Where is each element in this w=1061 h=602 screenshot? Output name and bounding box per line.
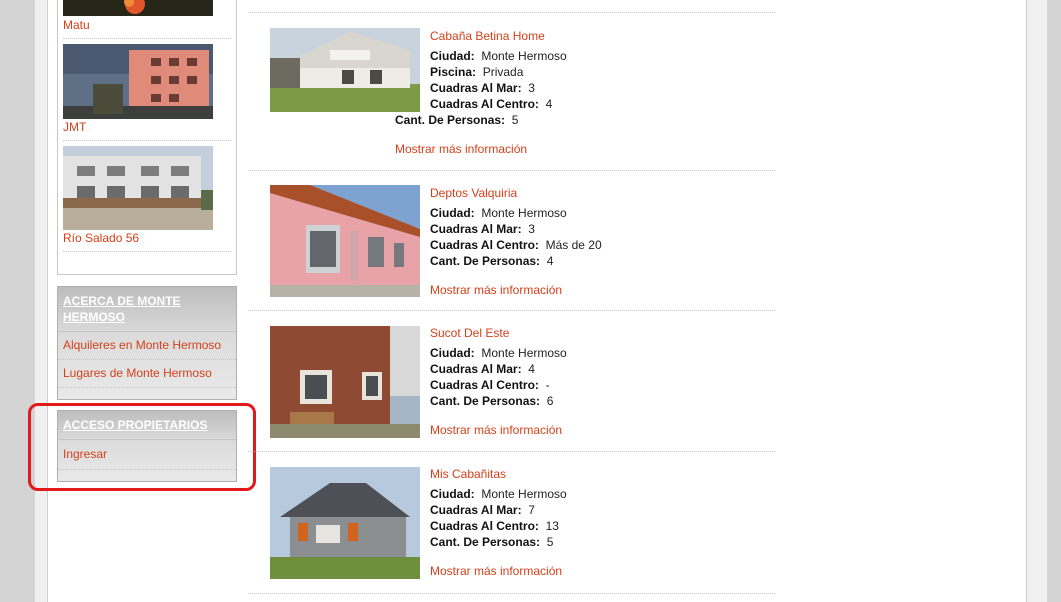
listing-card: Sucot Del Este Ciudad: Monte Hermoso Cua… (248, 310, 775, 452)
listing-name[interactable]: Cabaña Betina Home (430, 29, 545, 43)
about-title[interactable]: ACERCA DE MONTE HERMOSO (58, 287, 236, 332)
more-info-link[interactable]: Mostrar más información (395, 142, 527, 156)
listing-name[interactable]: Sucot Del Este (430, 326, 509, 340)
field-cuadras-centro: Cuadras Al Centro: 4 (430, 97, 553, 111)
listing-name[interactable]: Mis Cabañitas (430, 467, 506, 481)
listing-photo[interactable] (270, 467, 420, 579)
field-personas: Cant. De Personas: 4 (430, 254, 554, 268)
featured-item-jmt[interactable]: JMT (63, 38, 231, 141)
field-cuadras-mar: Cuadras Al Mar: 7 (430, 503, 535, 517)
listing-card: Cabaña Betina Home Ciudad: Monte Hermoso… (248, 12, 775, 171)
field-cuadras-centro: Cuadras Al Centro: Más de 20 (430, 238, 602, 252)
featured-item-matu[interactable]: Matu (63, 0, 231, 39)
listing-photo[interactable] (270, 28, 420, 112)
field-ciudad: Ciudad: Monte Hermoso (430, 49, 567, 63)
field-piscina: Piscina: Privada (430, 65, 524, 79)
field-cuadras-mar: Cuadras Al Mar: 4 (430, 362, 535, 376)
featured-label[interactable]: Matu (63, 18, 90, 32)
field-ciudad: Ciudad: Monte Hermoso (430, 206, 567, 220)
sidebar-featured: Matu JMT Río Salado 56 (57, 0, 237, 275)
listing-name[interactable]: Deptos Valquiria (430, 186, 517, 200)
field-personas: Cant. De Personas: 5 (430, 535, 554, 549)
about-monte-hermoso-box: ACERCA DE MONTE HERMOSO Alquileres en Mo… (57, 286, 237, 400)
featured-photo[interactable] (63, 0, 213, 16)
field-personas: Cant. De Personas: 6 (430, 394, 554, 408)
featured-label[interactable]: Río Salado 56 (63, 231, 139, 245)
featured-label[interactable]: JMT (63, 120, 86, 134)
listing-card: Deptos Valquiria Ciudad: Monte Hermoso C… (248, 170, 775, 311)
featured-photo[interactable] (63, 146, 213, 230)
featured-item-rio-salado[interactable]: Río Salado 56 (63, 140, 231, 252)
listing-card: Mis Cabañitas Ciudad: Monte Hermoso Cuad… (248, 451, 775, 594)
link-lugares[interactable]: Lugares de Monte Hermoso (58, 360, 236, 388)
listing-photo[interactable] (270, 185, 420, 297)
field-ciudad: Ciudad: Monte Hermoso (430, 346, 567, 360)
link-alquileres[interactable]: Alquileres en Monte Hermoso (58, 332, 236, 360)
field-cuadras-centro: Cuadras Al Centro: - (430, 378, 550, 392)
more-info-link[interactable]: Mostrar más información (430, 423, 562, 437)
featured-photo[interactable] (63, 44, 213, 119)
field-cuadras-mar: Cuadras Al Mar: 3 (430, 222, 535, 236)
listing-photo[interactable] (270, 326, 420, 438)
more-info-link[interactable]: Mostrar más información (430, 564, 562, 578)
field-cuadras-mar: Cuadras Al Mar: 3 (430, 81, 535, 95)
more-info-link[interactable]: Mostrar más información (430, 283, 562, 297)
field-personas: Cant. De Personas: 5 (395, 113, 519, 127)
field-ciudad: Ciudad: Monte Hermoso (430, 487, 567, 501)
highlight-annotation (28, 403, 256, 491)
field-cuadras-centro: Cuadras Al Centro: 13 (430, 519, 559, 533)
